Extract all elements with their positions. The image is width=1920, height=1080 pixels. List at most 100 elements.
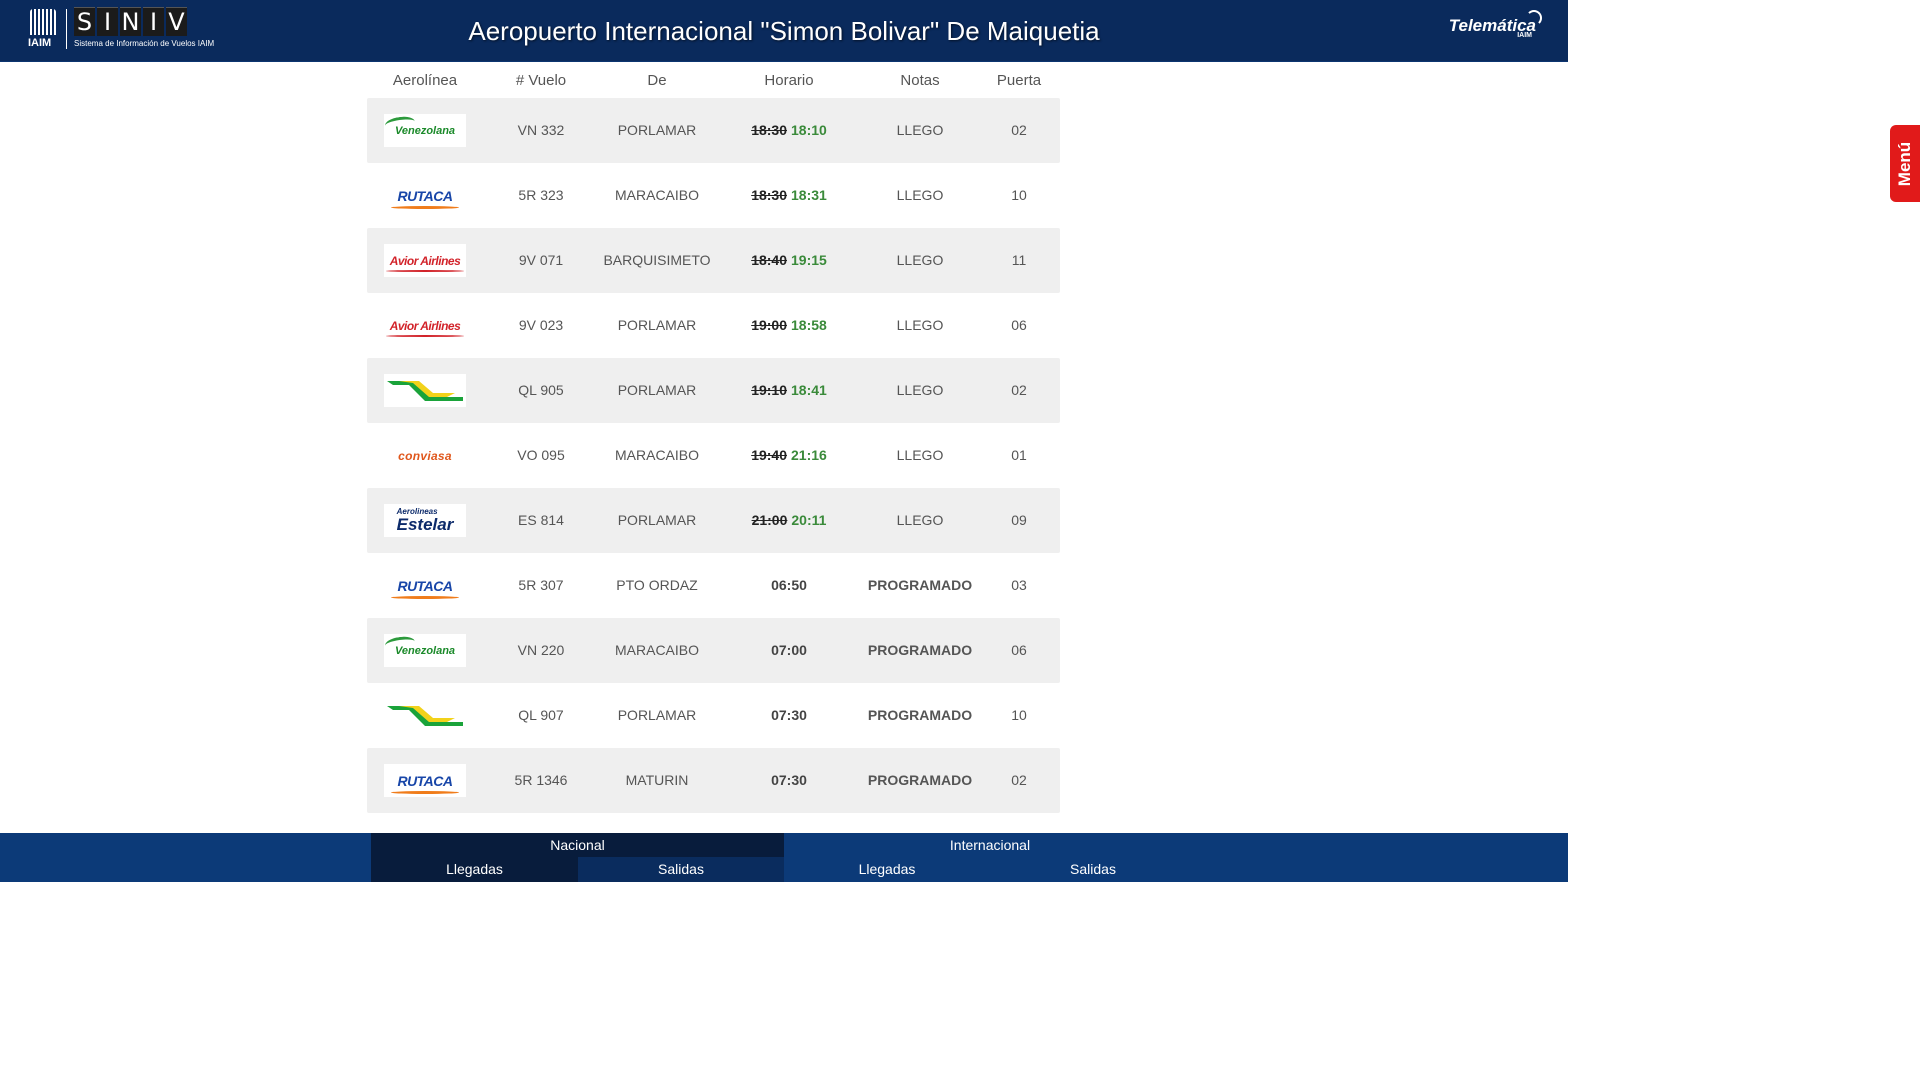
schedule-time: 19:10 18:41 [751, 358, 827, 423]
status-note: LLEGO [896, 382, 944, 398]
flight-number: ES 814 [518, 512, 564, 528]
gate: 11 [1011, 252, 1027, 268]
actual-time: 18:10 [791, 122, 827, 138]
gate: 02 [1011, 772, 1027, 788]
menu-tab-label: Menú [1895, 141, 1914, 186]
table-body: Venezolana VN 332 PORLAMAR 18:30 18:10 LLEGO 0… [367, 98, 1060, 813]
scheduled-time: 18:30 [751, 122, 787, 138]
tab-internacional[interactable]: Internacional [784, 833, 1196, 857]
schedule-time: 21:00 20:11 [752, 488, 827, 553]
tab-nacional[interactable]: Nacional [371, 833, 784, 857]
scheduled-time: 19:10 [751, 382, 787, 398]
table-row: Venezolana VN 220 MARACAIBO 07:00 PROGRAMADO… [367, 618, 1060, 683]
table-row: Avior Airlines 9V 023 PORLAMAR 19:00 18:58 LL… [367, 293, 1060, 358]
scheduled-time: 21:00 [751, 512, 788, 528]
origin: MARACAIBO [614, 187, 700, 203]
status-note: LLEGO [896, 122, 944, 138]
flight-number: 5R 307 [518, 577, 564, 593]
gate: 09 [1011, 512, 1027, 528]
status-note: PROGRAMADO [867, 707, 973, 723]
table-row: RUTACA 5R 307 PTO ORDAZ 06:50 PROGRAMADO 03 [367, 553, 1060, 618]
airline-logo-text: RUTACA [391, 577, 459, 599]
scheduled-time: 06:50 [771, 577, 807, 593]
origin: PORLAMAR [617, 317, 697, 333]
tab-nacional-salidas[interactable]: Salidas [578, 857, 784, 882]
schedule-time: 18:30 18:10 [751, 98, 827, 163]
airline-logo: RUTACA [384, 764, 466, 797]
tab-nacional-llegadas[interactable]: Llegadas [371, 857, 578, 882]
actual-time: 21:16 [791, 447, 827, 463]
table-row: RUTACA 5R 323 MARACAIBO 18:30 18:31 LLEGO 10 [367, 163, 1060, 228]
actual-time: 20:11 [791, 512, 827, 528]
gate: 03 [1011, 577, 1027, 593]
airline-logo: Avior Airlines [384, 309, 466, 342]
scheduled-time: 07:00 [771, 642, 807, 658]
schedule-time: 19:00 18:58 [751, 293, 827, 358]
airline-logo: Aerolineas Estelar [384, 504, 466, 537]
scheduled-time: 18:40 [751, 252, 787, 268]
schedule-time: 18:40 19:15 [751, 228, 827, 293]
schedule-time: 07:00 [771, 618, 807, 683]
origin: PORLAMAR [617, 512, 697, 528]
airline-logo-text: Avior Airlines [385, 318, 464, 337]
table-header: Aerolínea # Vuelo De Horario Notas Puert… [367, 61, 1060, 98]
airline-logo-text: Estelar [396, 515, 454, 534]
status-note: PROGRAMADO [867, 577, 973, 593]
origin: PTO ORDAZ [616, 577, 698, 593]
header-airline: Aerolínea [392, 72, 458, 89]
actual-time: 18:31 [791, 187, 827, 203]
flight-number: 9V 023 [518, 317, 564, 333]
origin: BARQUISIMETO [603, 252, 711, 268]
header-gate: Puerta [996, 72, 1042, 89]
scheduled-time: 07:30 [771, 707, 807, 723]
gate: 10 [1011, 707, 1027, 723]
origin: PORLAMAR [617, 707, 697, 723]
flight-number: 5R 1346 [514, 772, 568, 788]
airline-logo-text: Avior Airlines [385, 253, 464, 272]
flight-number: QL 907 [518, 707, 564, 723]
scheduled-time: 19:40 [751, 447, 787, 463]
arrivals-board: Aerolínea # Vuelo De Horario Notas Puert… [367, 61, 1060, 813]
airline-logo [384, 699, 466, 732]
tab-internacional-llegadas[interactable]: Llegadas [784, 857, 990, 882]
airline-logo-text: conviasa [398, 448, 452, 463]
origin: PORLAMAR [617, 122, 697, 138]
flight-number: VN 220 [517, 642, 565, 658]
flight-number: QL 905 [518, 382, 564, 398]
header-notes: Notas [900, 72, 940, 89]
schedule-time: 07:30 [771, 683, 807, 748]
flight-number: VO 095 [517, 447, 565, 463]
airline-logo-text: RUTACA [391, 187, 459, 209]
table-row: Venezolana VN 332 PORLAMAR 18:30 18:10 LLEGO 0… [367, 98, 1060, 163]
tab-internacional-salidas[interactable]: Salidas [990, 857, 1196, 882]
airline-logo [384, 374, 466, 407]
flight-number: VN 332 [517, 122, 565, 138]
schedule-time: 06:50 [771, 553, 807, 618]
menu-tab[interactable]: Menú [1890, 125, 1920, 202]
laser-logo-icon [387, 705, 463, 726]
estelar-logo: Aerolineas Estelar [396, 508, 454, 534]
schedule-time: 07:30 [771, 748, 807, 813]
header-origin: De [647, 72, 667, 89]
table-row: QL 907 PORLAMAR 07:30 PROGRAMADO 10 [367, 683, 1060, 748]
gate: 06 [1011, 317, 1027, 333]
airline-logo: conviasa [384, 439, 466, 472]
airline-logo-text: Venezolana [394, 644, 456, 657]
top-bar: IAIM S I N I V Sistema de Información de… [0, 0, 1568, 62]
telematica-logo[interactable]: Telemática IAIM [1449, 10, 1542, 39]
header-flight: # Vuelo [515, 72, 567, 89]
origin: MATURIN [625, 772, 689, 788]
origin: PORLAMAR [617, 382, 697, 398]
scheduled-time: 07:30 [771, 772, 807, 788]
status-note: LLEGO [896, 317, 944, 333]
status-note: PROGRAMADO [867, 642, 973, 658]
gate: 10 [1011, 187, 1027, 203]
airline-logo: RUTACA [384, 569, 466, 602]
telematica-logo-sub: IAIM [1517, 32, 1532, 39]
flight-number: 5R 323 [518, 187, 564, 203]
airline-logo-text: RUTACA [391, 772, 459, 794]
table-row: QL 905 PORLAMAR 19:10 18:41 LLEGO 02 [367, 358, 1060, 423]
airline-logo: Venezolana [384, 634, 466, 667]
table-row: conviasa VO 095 MARACAIBO 19:40 21:16 LLEGO 01 [367, 423, 1060, 488]
status-note: LLEGO [896, 447, 944, 463]
